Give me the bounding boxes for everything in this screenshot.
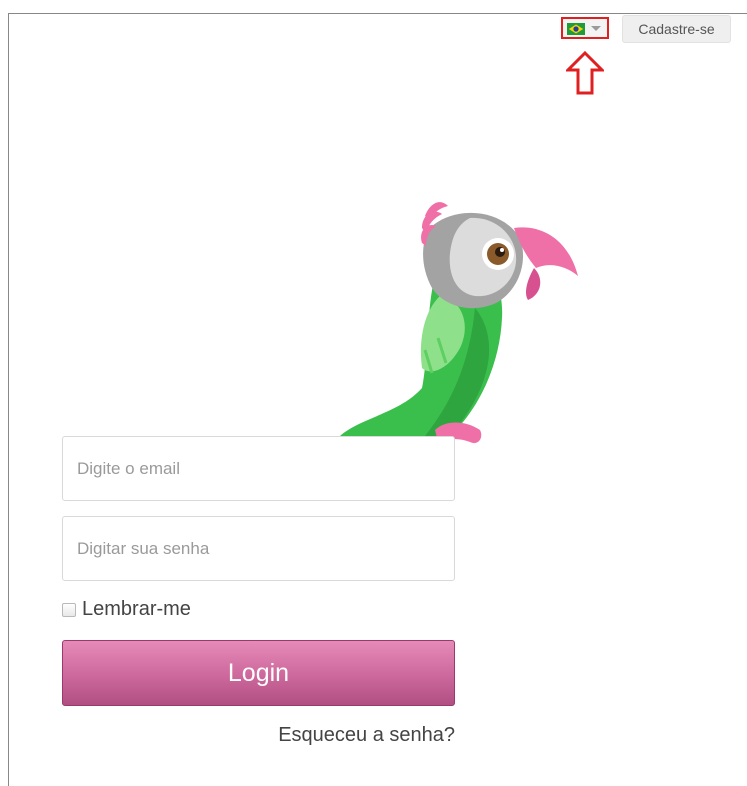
parrot-mascot-illustration	[340, 202, 578, 444]
password-field[interactable]	[62, 516, 455, 581]
language-selector[interactable]	[561, 17, 609, 39]
window-border-left	[8, 13, 9, 786]
forgot-password-link[interactable]: Esqueceu a senha?	[264, 724, 455, 747]
up-arrow-annotation-icon	[566, 51, 604, 95]
chevron-down-icon	[591, 25, 601, 31]
window-border-top	[8, 13, 747, 14]
brazil-flag-icon	[567, 22, 585, 35]
remember-checkbox[interactable]	[62, 602, 76, 617]
remember-label: Lembrar-me	[82, 598, 191, 620]
email-field[interactable]	[62, 436, 455, 501]
login-button[interactable]: Login	[62, 640, 455, 706]
signup-button[interactable]: Cadastre-se	[622, 15, 731, 43]
remember-me[interactable]: Lembrar-me	[62, 598, 191, 621]
